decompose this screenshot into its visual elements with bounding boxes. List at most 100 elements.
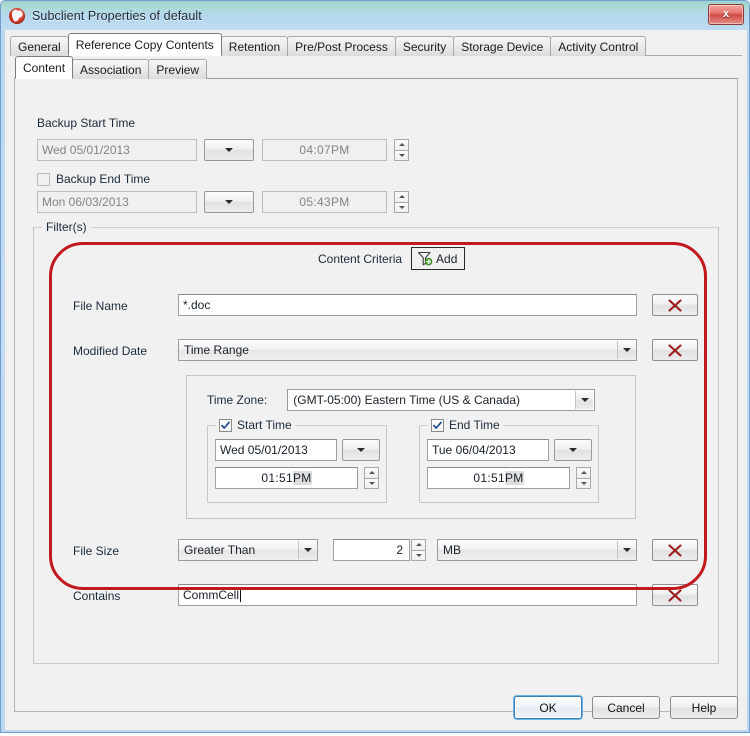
filter-add-icon bbox=[417, 251, 433, 266]
chevron-down-icon bbox=[575, 391, 594, 409]
timezone-label: Time Zone: bbox=[207, 393, 268, 407]
delete-file-name-button[interactable] bbox=[652, 294, 698, 316]
start-time-spinner[interactable] bbox=[364, 467, 379, 489]
file-size-operator-select[interactable]: Greater Than bbox=[178, 539, 318, 561]
backup-end-time-checkbox-row: Backup End Time bbox=[37, 172, 150, 186]
end-range-hour: 01 bbox=[473, 471, 488, 485]
tab-security[interactable]: Security bbox=[394, 36, 455, 56]
tab-retention[interactable]: Retention bbox=[220, 36, 289, 56]
end-time-checkbox-row: End Time bbox=[428, 418, 503, 432]
file-name-input[interactable]: *.doc bbox=[178, 294, 637, 316]
filters-group-label: Filter(s) bbox=[42, 220, 91, 234]
tab-general[interactable]: General bbox=[10, 36, 69, 56]
end-time-label: End Time bbox=[449, 418, 500, 432]
ok-button[interactable]: OK bbox=[514, 696, 582, 719]
tab-storage-device[interactable]: Storage Device bbox=[453, 36, 552, 56]
backup-start-time-label: Backup Start Time bbox=[33, 116, 140, 130]
tab-pre-post-process[interactable]: Pre/Post Process bbox=[287, 36, 396, 56]
chevron-down-icon bbox=[569, 448, 577, 452]
spinner-down-icon bbox=[398, 153, 405, 157]
start-time-field[interactable]: 01 : 51 PM bbox=[215, 467, 358, 489]
backup-end-time-checkbox[interactable] bbox=[37, 172, 50, 186]
end-date-row: Tue 06/04/2013 bbox=[427, 439, 592, 461]
file-size-operator-value: Greater Than bbox=[184, 543, 256, 557]
start-range-hour: 01 bbox=[261, 471, 276, 485]
filter-row-modified-date: Modified Date Time Range bbox=[48, 339, 708, 363]
dialog-button-bar: OK Cancel Help bbox=[5, 686, 747, 730]
backup-start-date-field[interactable]: Wed 05/01/2013 bbox=[37, 139, 197, 161]
backup-start-time-spinner[interactable] bbox=[394, 139, 409, 161]
subclient-properties-dialog: Subclient Properties of default x Genera… bbox=[0, 0, 750, 733]
backup-end-time-field[interactable]: 05 : 43 PM bbox=[262, 191, 387, 213]
tab-reference-copy-contents[interactable]: Reference Copy Contents bbox=[67, 33, 222, 56]
window-title: Subclient Properties of default bbox=[32, 8, 202, 23]
file-size-spinner[interactable] bbox=[411, 539, 426, 561]
add-criteria-button[interactable]: Add bbox=[411, 247, 466, 270]
end-time-group: End Time Tue 06/04/2013 01 : 51 PM bbox=[419, 418, 599, 503]
spinner-up-icon bbox=[580, 471, 587, 475]
backup-start-date-dropdown-button[interactable] bbox=[204, 139, 254, 161]
backup-end-time-spinner[interactable] bbox=[394, 191, 409, 213]
start-range-minute: 51 bbox=[279, 471, 293, 485]
chevron-down-icon bbox=[225, 200, 233, 204]
inner-tab-strip: Content Association Preview bbox=[15, 56, 737, 79]
chevron-down-icon bbox=[225, 148, 233, 152]
end-hour: 05 bbox=[299, 195, 314, 209]
tab-preview[interactable]: Preview bbox=[148, 59, 208, 79]
delete-contains-button[interactable] bbox=[652, 584, 698, 606]
backup-end-date-dropdown-button[interactable] bbox=[204, 191, 254, 213]
start-hour: 04 bbox=[299, 143, 314, 157]
filters-group: Filter(s) Content Criteria Add File Name… bbox=[33, 220, 719, 664]
contains-value: CommCell bbox=[183, 588, 240, 602]
file-size-label: File Size bbox=[73, 544, 120, 558]
start-time-checkbox-row: Start Time bbox=[216, 418, 295, 432]
end-date-dropdown-button[interactable] bbox=[554, 439, 592, 461]
filter-row-file-size: File Size Greater Than 2 MB bbox=[48, 539, 708, 563]
backup-start-time-field[interactable]: 04 : 07 PM bbox=[262, 139, 387, 161]
delete-modified-date-button[interactable] bbox=[652, 339, 698, 361]
file-size-unit-value: MB bbox=[443, 543, 461, 557]
contains-label: Contains bbox=[73, 589, 121, 603]
close-icon: x bbox=[722, 8, 730, 20]
delete-file-size-button[interactable] bbox=[652, 539, 698, 561]
file-size-unit-select[interactable]: MB bbox=[437, 539, 637, 561]
delete-x-icon bbox=[668, 543, 682, 557]
filter-row-file-name: File Name *.doc bbox=[48, 294, 708, 318]
desktop-backdrop: Subclient Properties of default x Genera… bbox=[0, 0, 750, 736]
start-range-meridiem: PM bbox=[292, 471, 312, 485]
start-date-row: Wed 05/01/2013 bbox=[215, 439, 380, 461]
modified-date-select[interactable]: Time Range bbox=[178, 339, 637, 361]
end-time-field[interactable]: 01 : 51 PM bbox=[427, 467, 570, 489]
timezone-select[interactable]: (GMT-05:00) Eastern Time (US & Canada) bbox=[287, 389, 596, 411]
add-button-label: Add bbox=[436, 251, 458, 266]
close-button[interactable]: x bbox=[708, 4, 744, 25]
start-time-checkbox[interactable] bbox=[219, 418, 232, 432]
start-date-dropdown-button[interactable] bbox=[342, 439, 380, 461]
tab-association[interactable]: Association bbox=[72, 59, 150, 79]
file-size-amount-input[interactable]: 2 bbox=[333, 539, 410, 561]
end-time-checkbox[interactable] bbox=[431, 418, 444, 432]
start-date-field[interactable]: Wed 05/01/2013 bbox=[215, 439, 337, 461]
help-button[interactable]: Help bbox=[670, 696, 738, 719]
contains-input[interactable]: CommCell bbox=[178, 584, 637, 606]
modified-date-label: Modified Date bbox=[73, 344, 148, 358]
delete-x-icon bbox=[668, 298, 682, 312]
end-range-meridiem: PM bbox=[504, 471, 524, 485]
backup-end-time-row: Mon 06/03/2013 05 : 43 PM bbox=[37, 191, 409, 213]
filter-row-contains: Contains CommCell bbox=[48, 584, 708, 608]
backup-start-time-row: Wed 05/01/2013 04 : 07 PM bbox=[37, 139, 409, 161]
cancel-button[interactable]: Cancel bbox=[592, 696, 660, 719]
backup-end-date-field[interactable]: Mon 06/03/2013 bbox=[37, 191, 197, 213]
start-time-group: Start Time Wed 05/01/2013 01 : 51 PM bbox=[207, 418, 387, 503]
commvault-swirl-icon bbox=[9, 7, 25, 24]
end-time-spinner[interactable] bbox=[576, 467, 591, 489]
start-time-row: 01 : 51 PM bbox=[215, 467, 379, 489]
spinner-down-icon bbox=[398, 205, 405, 209]
file-name-label: File Name bbox=[73, 299, 128, 313]
tab-activity-control[interactable]: Activity Control bbox=[550, 36, 647, 56]
tab-content[interactable]: Content bbox=[15, 56, 74, 79]
chevron-down-icon bbox=[617, 341, 635, 359]
spinner-down-icon bbox=[368, 481, 375, 485]
title-bar: Subclient Properties of default x bbox=[1, 1, 749, 30]
end-date-field[interactable]: Tue 06/04/2013 bbox=[427, 439, 549, 461]
